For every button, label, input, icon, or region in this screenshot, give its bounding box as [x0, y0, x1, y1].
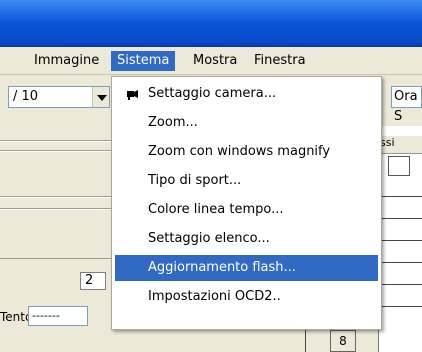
divider	[0, 197, 111, 198]
menu-item-settaggio-camera[interactable]: Settaggio camera...	[115, 81, 378, 107]
menu-item-label: Impostazioni OCD2..	[148, 289, 281, 304]
grid-line	[378, 218, 422, 219]
menu-item-zoom-windows-magnify[interactable]: Zoom con windows magnify	[115, 139, 378, 165]
menu-item-label: Zoom con windows magnify	[148, 144, 331, 159]
menu-mostra[interactable]: Mostra	[187, 51, 243, 71]
grid-cell[interactable]	[388, 156, 410, 176]
combo-value: / 10	[13, 89, 39, 104]
camera-icon	[127, 90, 138, 100]
grid-line	[378, 306, 422, 307]
grid-line	[378, 196, 422, 197]
grid-line	[378, 262, 422, 263]
menu-item-label: Settaggio camera...	[148, 86, 277, 101]
menu-item-zoom[interactable]: Zoom...	[115, 110, 378, 136]
menu-item-settaggio-elenco[interactable]: Settaggio elenco...	[115, 226, 378, 252]
menu-item-tipo-di-sport[interactable]: Tipo di sport...	[115, 168, 378, 194]
ora-field[interactable]: Ora S	[391, 86, 422, 124]
menu-item-label: Aggiornamento flash...	[148, 260, 296, 275]
entc-field[interactable]: -------	[28, 306, 88, 326]
divider	[0, 151, 111, 152]
chevron-down-icon	[97, 95, 107, 101]
menu-item-colore-linea-tempo[interactable]: Colore linea tempo...	[115, 197, 378, 223]
window-title-bar[interactable]	[0, 0, 422, 45]
grid-line	[305, 330, 306, 352]
value-combo[interactable]: / 10	[8, 86, 110, 108]
combo-dropdown-button[interactable]	[92, 87, 109, 107]
menu-item-impostazioni-ocd2[interactable]: Impostazioni OCD2..	[115, 284, 378, 310]
grid-header: ssi	[378, 136, 422, 154]
sistema-dropdown-menu: Settaggio camera... Zoom... Zoom con win…	[111, 76, 382, 330]
grid-number-cell[interactable]: 8	[330, 330, 356, 352]
menu-item-label: Tipo di sport...	[148, 173, 242, 188]
menu-immagine[interactable]: Immagine	[28, 51, 105, 71]
menu-finestra[interactable]: Finestra	[248, 51, 312, 71]
menu-item-label: Zoom...	[148, 115, 198, 130]
menu-sistema[interactable]: Sistema	[111, 51, 176, 71]
menu-bar: Immagine Sistema Mostra Finestra	[0, 47, 422, 75]
entc-label: Tentc	[0, 310, 32, 324]
menu-item-label: Settaggio elenco...	[148, 231, 270, 246]
number-field[interactable]: 2	[80, 272, 106, 290]
divider	[0, 141, 111, 142]
grid-line	[378, 284, 422, 285]
divider	[0, 209, 111, 210]
menu-item-aggiornamento-flash[interactable]: Aggiornamento flash...	[115, 255, 378, 281]
grid-line	[378, 240, 422, 241]
divider	[0, 258, 111, 259]
menu-item-label: Colore linea tempo...	[148, 202, 284, 217]
